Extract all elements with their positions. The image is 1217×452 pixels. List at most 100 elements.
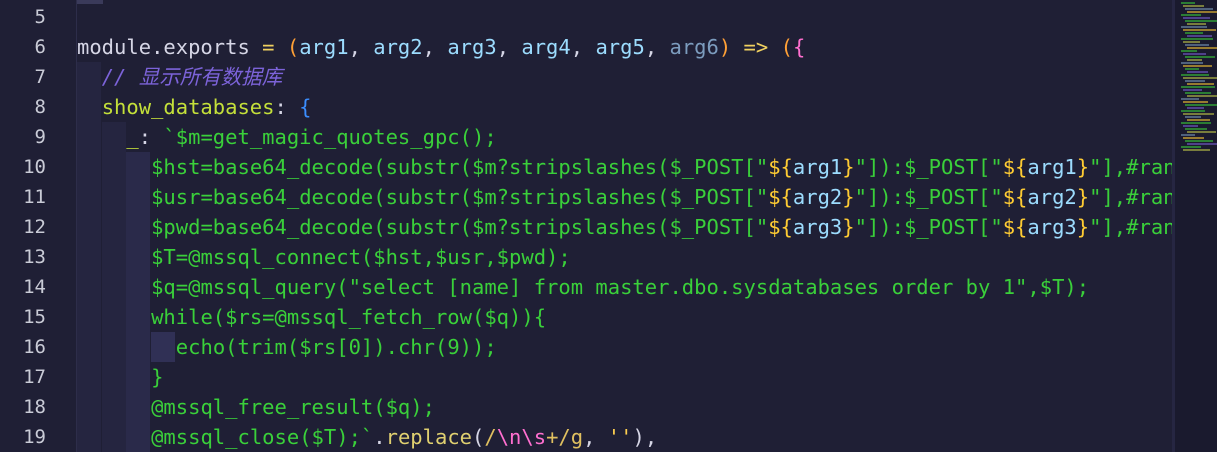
code-line[interactable]: @mssql_close($T);`.replace(/\n\s+/g, '')… (151, 422, 657, 452)
minimap-line (1185, 56, 1215, 58)
code-line[interactable]: $hst=base64_decode(substr($m?stripslashe… (151, 152, 1172, 182)
code-token: ( (780, 35, 793, 59)
code-token: , (644, 35, 670, 59)
minimap-line (1187, 107, 1204, 109)
code-token: '' (607, 425, 633, 449)
minimap-line (1181, 134, 1195, 136)
minimap-line (1183, 41, 1200, 43)
code-token: ( (472, 425, 485, 449)
minimap-line (1187, 11, 1217, 13)
code-line[interactable]: echo(trim($rs[0]).chr(9)); (176, 332, 497, 362)
indent-guide (101, 152, 126, 182)
code-token: + (546, 425, 559, 449)
minimap-line (1187, 95, 1217, 97)
code-token: , (422, 35, 448, 59)
code-token: // 显示所有数据库 (101, 65, 283, 89)
minimap-line (1187, 35, 1212, 37)
minimap-line (1183, 53, 1206, 55)
code-token: , (583, 425, 608, 449)
code-token: $hst=base64_decode(substr($m?stripslashe… (151, 155, 769, 179)
line-number: 6 (34, 36, 46, 58)
code-token: $T=@mssql_connect($hst,$usr,$pwd); (151, 245, 571, 269)
code-token: arg3 (792, 215, 843, 239)
minimap-line (1181, 86, 1215, 88)
code-token: } (1076, 155, 1090, 179)
indent-guide (126, 332, 151, 362)
code-token: "],#ran (1089, 155, 1172, 179)
minimap-line (1183, 89, 1202, 91)
minimap-line (1181, 2, 1195, 4)
code-token: , (348, 35, 374, 59)
indent-guide (126, 362, 151, 392)
code-line[interactable]: $T=@mssql_connect($hst,$usr,$pwd); (151, 242, 571, 272)
code-editor[interactable]: 5 6 7 8 9 10 11 12 13 14 15 16 17 18 19 module.exports… (0, 0, 1172, 452)
code-token: arg1 (299, 35, 349, 59)
code-line[interactable]: $pwd=base64_decode(substr($m?stripslashe… (151, 212, 1172, 242)
code-token: "]):$_POST[" (854, 215, 1003, 239)
minimap-line (1181, 26, 1207, 28)
minimap-line (1181, 14, 1201, 16)
minimap-line (1183, 5, 1204, 7)
code-token: } (842, 155, 855, 179)
indent-guide (126, 152, 151, 182)
minimap-line (1183, 113, 1214, 115)
code-line[interactable]: _: `$m=get_magic_quotes_gpc(); (126, 122, 496, 152)
code-token: @mssql_free_result($q); (151, 395, 435, 419)
indent-guide (77, 152, 101, 182)
indent-guide (101, 362, 126, 392)
minimap-line (1183, 125, 1198, 127)
code-token: , (570, 35, 596, 59)
minimap-line (1181, 98, 1199, 100)
code-token: exports (163, 35, 250, 59)
code-token: ${ (1002, 155, 1028, 179)
line-number: 11 (23, 186, 46, 208)
code-line[interactable]: module.exports = (arg1, arg2, arg3, arg4… (77, 32, 805, 62)
code-token: while($rs=@mssql_fetch_row($q)){ (151, 305, 547, 329)
minimap-line (1185, 92, 1211, 94)
indent-guide (77, 182, 101, 212)
minimap-line (1185, 80, 1205, 82)
code-token: => (731, 35, 781, 59)
code-token: } (1076, 215, 1090, 239)
minimap-line (1185, 140, 1213, 142)
minimap-line (1187, 23, 1206, 25)
code-line[interactable]: while($rs=@mssql_fetch_row($q)){ (151, 302, 546, 332)
code-token: } (842, 215, 855, 239)
code-line[interactable]: $q=@mssql_query("select [name] from mast… (151, 272, 1089, 302)
indent-guide (126, 242, 151, 272)
code-token: ${ (768, 185, 793, 209)
code-token: arg2 (792, 185, 843, 209)
line-number: 16 (23, 336, 46, 358)
code-area[interactable]: module.exports = (arg1, arg2, arg3, arg4… (77, 0, 1172, 452)
minimap-line (1183, 137, 1204, 139)
code-token: { (792, 35, 806, 59)
code-token: ( (286, 35, 300, 59)
indent-guide (77, 422, 101, 452)
code-token: `$m=get_magic_quotes_gpc(); (163, 125, 497, 149)
line-number: 19 (23, 426, 46, 448)
indent-guide (101, 392, 126, 422)
code-line[interactable]: // 显示所有数据库 (102, 62, 283, 92)
line-number: 15 (23, 306, 46, 328)
code-token: echo(trim($rs[0]).chr(9)); (175, 335, 497, 359)
indent-guide (101, 242, 126, 272)
code-line[interactable]: $usr=base64_decode(substr($m?stripslashe… (151, 182, 1172, 212)
code-token: . (373, 425, 386, 449)
minimap-line (1187, 59, 1202, 61)
indent-guide (77, 332, 101, 362)
code-token: arg5 (595, 35, 645, 59)
code-line[interactable]: @mssql_free_result($q); (151, 392, 435, 422)
code-token: _ (126, 125, 139, 149)
indent-guide (77, 302, 101, 332)
code-token: , (496, 35, 522, 59)
indent-guide (126, 392, 151, 422)
code-line[interactable]: show_databases: { (102, 92, 312, 122)
code-line[interactable]: } (151, 362, 163, 392)
code-token: } (1076, 185, 1090, 209)
minimap[interactable] (1175, 0, 1217, 452)
minimap-line (1187, 143, 1217, 145)
minimap-line (1183, 65, 1212, 67)
indent-guide (126, 302, 151, 332)
minimap-line (1181, 74, 1209, 76)
minimap-line (1183, 17, 1210, 19)
